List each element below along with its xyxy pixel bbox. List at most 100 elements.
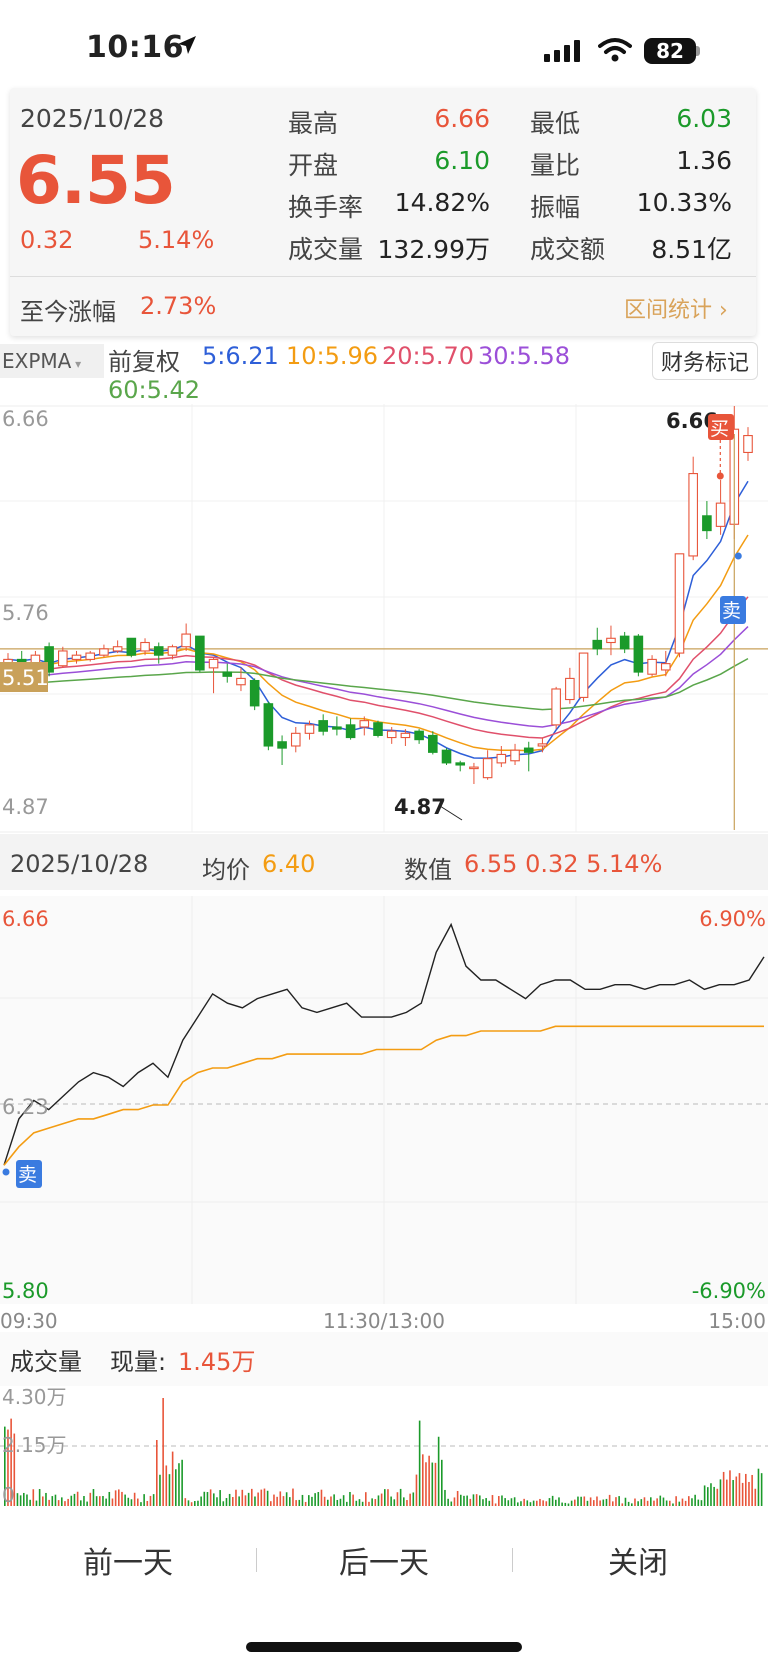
volume-bar: [624, 1497, 627, 1506]
volume-bar: [124, 1494, 126, 1506]
volume-bar: [653, 1500, 655, 1506]
candle-up: [85, 652, 96, 660]
quote-date: 2025/10/28: [20, 104, 165, 133]
volume-bar: [121, 1491, 123, 1506]
volume-bar: [558, 1497, 560, 1506]
volume-bar: [282, 1496, 285, 1506]
volume-bar: [640, 1499, 643, 1506]
finance-mark-button[interactable]: 财务标记: [652, 342, 759, 380]
volume-bar: [365, 1492, 367, 1506]
volume-bar: [361, 1501, 364, 1506]
candle-up: [674, 553, 685, 654]
volume-bar: [498, 1496, 500, 1506]
volume-bar: [732, 1480, 734, 1506]
range-stats-link[interactable]: 区间统计 ›: [624, 292, 728, 324]
volume-bar: [270, 1501, 272, 1506]
next-day-button[interactable]: 后一天: [284, 1538, 484, 1582]
volume-bar: [475, 1494, 478, 1506]
volume-bar: [523, 1498, 525, 1506]
since-change-label: 至今涨幅: [20, 298, 116, 326]
x-tick-close: 15:00: [708, 1309, 766, 1332]
volume-bar: [374, 1499, 377, 1506]
volume-bar: [684, 1500, 687, 1506]
adjust-mode[interactable]: 前复权: [108, 342, 180, 377]
volume-bar: [311, 1496, 313, 1506]
volume-bar: [149, 1495, 152, 1506]
candle-down: [414, 730, 424, 741]
kline-chart[interactable]: 6.66 5.76 4.87 5.51 6.66 4.87 买 卖: [0, 404, 768, 834]
volume-bar: [51, 1496, 54, 1506]
stat-label-amount: 成交额: [530, 235, 606, 264]
volume-bar: [542, 1500, 544, 1506]
candle-down: [633, 635, 644, 673]
volume-bar: [466, 1495, 468, 1506]
volume-bar: [178, 1463, 180, 1506]
stat-label-volratio: 量比: [530, 151, 581, 180]
volume-bar: [399, 1488, 402, 1506]
volume-bar: [114, 1490, 117, 1506]
indicator-selector[interactable]: EXPMA ▾: [0, 344, 104, 378]
volume-bar: [745, 1473, 747, 1506]
volume-bar: [637, 1501, 639, 1506]
volume-bar: [760, 1473, 763, 1506]
volume-bar: [561, 1502, 563, 1506]
volume-bar: [574, 1499, 576, 1506]
volume-bar: [659, 1495, 662, 1506]
sell-marker-text: 卖: [722, 600, 741, 622]
kline-y-low: 4.87: [2, 795, 49, 819]
candle-down: [195, 635, 205, 671]
stat-value-amount: 8.51亿: [651, 235, 732, 264]
stat-label-amplitude: 振幅: [530, 193, 581, 222]
volume-bar: [643, 1497, 646, 1506]
prev-day-button[interactable]: 前一天: [28, 1538, 228, 1582]
candle-down: [592, 639, 603, 650]
x-tick-noon: 11:30/13:00: [323, 1309, 445, 1332]
volume-bar: [292, 1488, 294, 1506]
volume-bar: [536, 1500, 538, 1506]
avg-price-label: 均价: [202, 856, 250, 884]
location-arrow-icon: [176, 34, 198, 60]
volume-bar: [422, 1454, 424, 1506]
volume-bar: [418, 1420, 421, 1506]
volume-bar: [108, 1491, 111, 1506]
kline-min-label: 4.87: [394, 795, 446, 819]
volume-bar: [631, 1503, 633, 1506]
volume-bar: [35, 1500, 38, 1506]
close-button[interactable]: 关闭: [538, 1538, 738, 1582]
candle-up: [510, 749, 520, 762]
candle-up: [359, 720, 370, 728]
volume-bar: [460, 1494, 462, 1506]
volume-bar: [567, 1503, 570, 1506]
stat-label-turnover: 换手率: [288, 193, 364, 222]
volume-bar: [339, 1498, 342, 1506]
dropdown-arrow-icon: ▾: [71, 357, 82, 371]
candle-up: [167, 646, 178, 656]
candle-up: [688, 473, 698, 557]
intraday-chart[interactable]: 6.66 6.23 5.80 6.90% -6.90% 09:30 11:30/…: [0, 896, 768, 1332]
volume-bar: [472, 1494, 475, 1506]
volume-bar: [295, 1500, 297, 1506]
intraday-y-top: 6.66: [2, 907, 49, 931]
volume-bar: [507, 1500, 510, 1506]
volume-bar: [254, 1496, 256, 1506]
volume-bar: [482, 1499, 484, 1506]
volume-bar: [76, 1491, 79, 1506]
volume-bar: [95, 1496, 98, 1506]
volume-bar: [102, 1496, 104, 1506]
volume-bar: [137, 1498, 139, 1506]
volume-bar: [19, 1495, 22, 1506]
volume-bar: [171, 1451, 174, 1506]
volume-bar: [672, 1503, 674, 1506]
volume-bar: [621, 1503, 624, 1506]
battery-icon: 82: [644, 38, 696, 64]
volume-bar: [358, 1499, 361, 1506]
volume-bar: [57, 1500, 60, 1506]
candle-down: [619, 635, 630, 650]
kline-y-high: 6.66: [2, 407, 49, 431]
volume-bar: [257, 1492, 259, 1506]
volume-bar: [678, 1501, 681, 1506]
stat-label-volume: 成交量: [288, 235, 364, 264]
volume-bar: [301, 1494, 304, 1506]
current-volume-value: 1.45万: [178, 1348, 256, 1376]
volume-bar: [710, 1483, 712, 1506]
